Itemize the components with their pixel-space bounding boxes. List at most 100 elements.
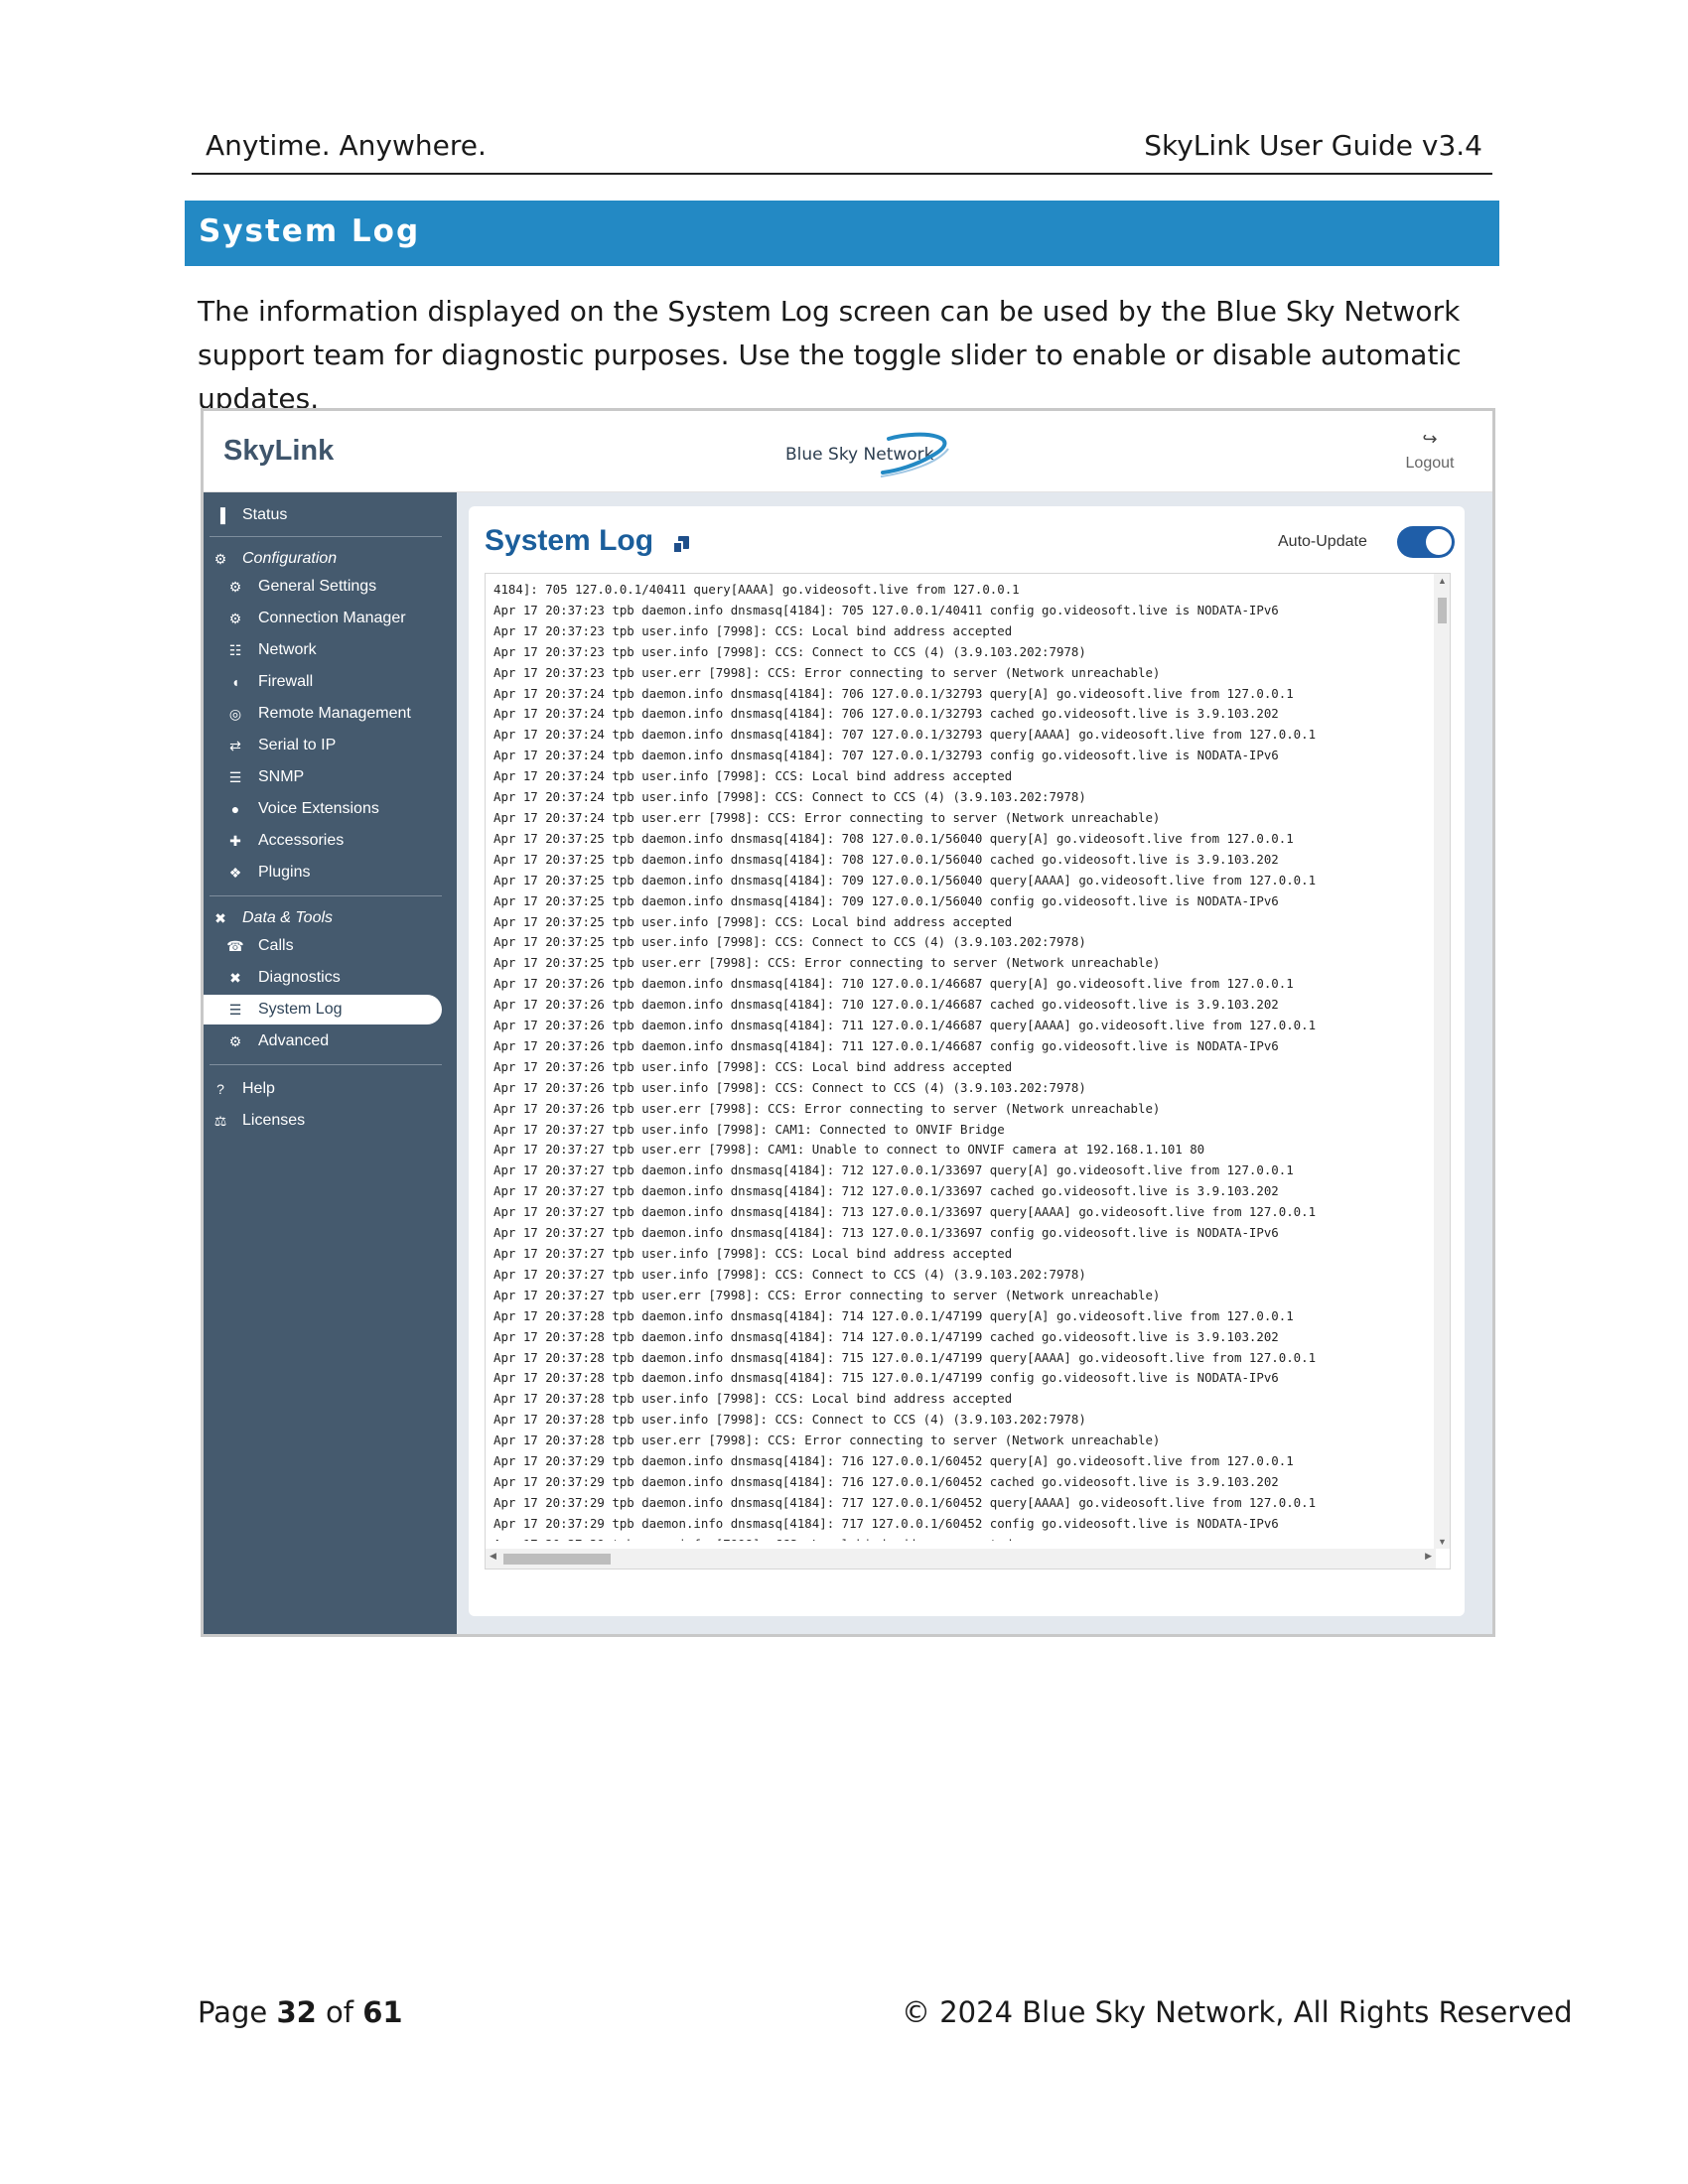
log-line: Apr 17 20:37:28 tpb daemon.info dnsmasq[… <box>493 1349 1317 1365</box>
horizontal-scrollbar[interactable]: ◀ ▶ <box>486 1549 1436 1569</box>
sidebar-item-serial-to-ip[interactable]: ⇄ Serial to IP <box>204 731 442 760</box>
log-line: Apr 17 20:37:27 tpb daemon.info dnsmasq[… <box>493 1204 1317 1220</box>
shield-icon: ◖ <box>230 674 240 690</box>
log-line: Apr 17 20:37:23 tpb user.info [7998]: CC… <box>493 643 1086 659</box>
swoosh-icon <box>880 432 949 478</box>
sidebar-item-general-settings[interactable]: ⚙ General Settings <box>204 572 442 602</box>
sidebar-item-help[interactable]: ? Help <box>204 1074 442 1104</box>
scroll-thumb[interactable] <box>1438 598 1447 623</box>
document-header: Anytime. Anywhere. SkyLink User Guide v3… <box>192 127 1492 175</box>
sidebar-item-licenses[interactable]: ⚖ Licenses <box>204 1106 442 1136</box>
page-title: System Log <box>485 524 654 557</box>
main-content: System Log Auto-Update 4184]: 705 127.0.… <box>457 492 1492 1634</box>
sidebar-group-configuration: ⚙ Configuration <box>204 544 442 574</box>
log-line: Apr 17 20:37:26 tpb daemon.info dnsmasq[… <box>493 976 1294 992</box>
log-line: Apr 17 20:37:25 tpb daemon.info dnsmasq[… <box>493 872 1317 887</box>
vertical-scrollbar[interactable]: ▲ ▼ <box>1434 574 1450 1549</box>
sidebar-item-network[interactable]: ☷ Network <box>204 635 442 665</box>
log-line: Apr 17 20:37:24 tpb user.info [7998]: CC… <box>493 789 1086 805</box>
list-icon: ☰ <box>228 1002 242 1018</box>
page-number: Page 32 of 61 <box>198 1995 403 2029</box>
log-line: Apr 17 20:37:27 tpb daemon.info dnsmasq[… <box>493 1225 1279 1241</box>
scroll-right-icon[interactable]: ▶ <box>1425 1551 1432 1562</box>
log-line: Apr 17 20:37:24 tpb user.info [7998]: CC… <box>493 768 1013 784</box>
sidebar-group-data-tools: ✖ Data & Tools <box>204 903 442 933</box>
log-line: Apr 17 20:37:26 tpb user.info [7998]: CC… <box>493 1079 1086 1095</box>
gears-icon: ⚙ <box>213 551 227 567</box>
log-line: Apr 17 20:37:24 tpb daemon.info dnsmasq[… <box>493 748 1279 763</box>
section-title-bar: System Log <box>185 201 1499 266</box>
sidebar-item-system-log[interactable]: ☰ System Log <box>204 995 442 1024</box>
log-line: Apr 17 20:37:28 tpb user.info [7998]: CC… <box>493 1412 1086 1428</box>
globe-icon: ◎ <box>228 706 242 722</box>
log-line: Apr 17 20:37:27 tpb user.info [7998]: CA… <box>493 1121 1005 1137</box>
copy-icon[interactable] <box>672 536 690 554</box>
log-line: Apr 17 20:37:24 tpb user.err [7998]: CCS… <box>493 809 1161 825</box>
app-brand: SkyLink <box>223 435 335 467</box>
tools-icon: ✖ <box>229 970 241 986</box>
sidebar-divider <box>210 1064 442 1065</box>
log-line: Apr 17 20:37:25 tpb daemon.info dnsmasq[… <box>493 830 1294 846</box>
sidebar-item-status[interactable]: ▐ Status <box>204 500 442 530</box>
log-line: Apr 17 20:37:26 tpb user.info [7998]: CC… <box>493 1058 1013 1074</box>
sidebar-item-voice-extensions[interactable]: ● Voice Extensions <box>204 794 442 824</box>
log-line: Apr 17 20:37:27 tpb user.err [7998]: CAM… <box>493 1142 1205 1158</box>
log-line: Apr 17 20:37:26 tpb user.err [7998]: CCS… <box>493 1100 1161 1116</box>
scroll-up-icon[interactable]: ▲ <box>1438 576 1447 586</box>
log-line: Apr 17 20:37:28 tpb user.info [7998]: CC… <box>493 1391 1013 1407</box>
tools-icon: ✖ <box>214 910 226 926</box>
sidebar-item-calls[interactable]: ☎ Calls <box>204 931 442 961</box>
sidebar-item-firewall[interactable]: ◖ Firewall <box>204 667 442 697</box>
signal-bars-icon: ▐ <box>215 507 225 523</box>
log-output[interactable]: 4184]: 705 127.0.0.1/40411 query[AAAA] g… <box>485 573 1451 1570</box>
gear-icon: ⚙ <box>228 579 242 595</box>
sidebar-item-remote-management[interactable]: ◎ Remote Management <box>204 699 442 729</box>
log-line: Apr 17 20:37:25 tpb user.info [7998]: CC… <box>493 934 1086 950</box>
app-top-bar: SkyLink Blue Sky Network ↪ Logout <box>204 411 1492 492</box>
log-line: Apr 17 20:37:26 tpb daemon.info dnsmasq[… <box>493 1018 1317 1033</box>
log-line: Apr 17 20:37:24 tpb daemon.info dnsmasq[… <box>493 706 1279 722</box>
log-lines: 4184]: 705 127.0.0.1/40411 query[AAAA] g… <box>493 580 1422 1541</box>
log-line: Apr 17 20:37:26 tpb daemon.info dnsmasq[… <box>493 997 1279 1013</box>
sidebar-item-diagnostics[interactable]: ✖ Diagnostics <box>204 963 442 993</box>
log-line: Apr 17 20:37:27 tpb user.info [7998]: CC… <box>493 1266 1086 1282</box>
ui-screenshot: SkyLink Blue Sky Network ↪ Logout ▐ Stat… <box>201 408 1495 1637</box>
scroll-left-icon[interactable]: ◀ <box>490 1551 496 1562</box>
sidebar: ▐ Status ⚙ Configuration ⚙ General Setti… <box>204 492 457 1634</box>
scale-icon: ⚖ <box>213 1113 227 1129</box>
auto-update-label: Auto-Update <box>1278 533 1367 550</box>
sidebar-item-connection-manager[interactable]: ⚙ Connection Manager <box>204 604 442 633</box>
sidebar-item-plugins[interactable]: ❖ Plugins <box>204 858 442 887</box>
scroll-thumb[interactable] <box>503 1554 611 1565</box>
sidebar-item-advanced[interactable]: ⚙ Advanced <box>204 1026 442 1056</box>
header-tagline: Anytime. Anywhere. <box>206 129 487 162</box>
log-line: Apr 17 20:37:29 tpb daemon.info dnsmasq[… <box>493 1515 1279 1531</box>
log-line: Apr 17 20:37:27 tpb daemon.info dnsmasq[… <box>493 1162 1294 1178</box>
swap-arrows-icon: ⇄ <box>229 738 241 753</box>
log-line: Apr 17 20:37:25 tpb user.info [7998]: CC… <box>493 913 1013 929</box>
log-line: Apr 17 20:37:24 tpb daemon.info dnsmasq[… <box>493 727 1317 743</box>
logout-button[interactable]: ↪ Logout <box>1390 429 1470 473</box>
server-icon: ☰ <box>228 769 242 785</box>
log-line: Apr 17 20:37:29 tpb daemon.info dnsmasq[… <box>493 1494 1317 1510</box>
sidebar-item-accessories[interactable]: ✚ Accessories <box>204 826 442 856</box>
chat-bubble-icon: ● <box>230 801 240 817</box>
intro-paragraph: The information displayed on the System … <box>198 295 1462 415</box>
puzzle-icon: ✚ <box>229 833 241 849</box>
log-line: Apr 17 20:37:28 tpb daemon.info dnsmasq[… <box>493 1370 1279 1386</box>
scroll-down-icon[interactable]: ▼ <box>1438 1537 1447 1547</box>
cubes-icon: ❖ <box>228 865 242 881</box>
toggle-knob <box>1426 529 1452 555</box>
log-line: Apr 17 20:37:25 tpb user.err [7998]: CCS… <box>493 955 1161 971</box>
sidebar-item-snmp[interactable]: ☰ SNMP <box>204 762 442 792</box>
log-line: Apr 17 20:37:27 tpb user.err [7998]: CCS… <box>493 1287 1161 1302</box>
header-guide-title: SkyLink User Guide v3.4 <box>1144 129 1482 162</box>
logout-icon: ↪ <box>1422 429 1438 449</box>
log-line: Apr 17 20:37:28 tpb daemon.info dnsmasq[… <box>493 1307 1294 1323</box>
sidebar-divider <box>210 536 442 537</box>
log-line: Apr 17 20:37:28 tpb daemon.info dnsmasq[… <box>493 1328 1279 1344</box>
copyright: © 2024 Blue Sky Network, All Rights Rese… <box>902 1995 1573 2029</box>
logout-label: Logout <box>1405 455 1455 472</box>
log-line: Apr 17 20:37:29 tpb user.info [7998]: CC… <box>493 1535 1422 1541</box>
auto-update-toggle[interactable] <box>1397 526 1455 558</box>
